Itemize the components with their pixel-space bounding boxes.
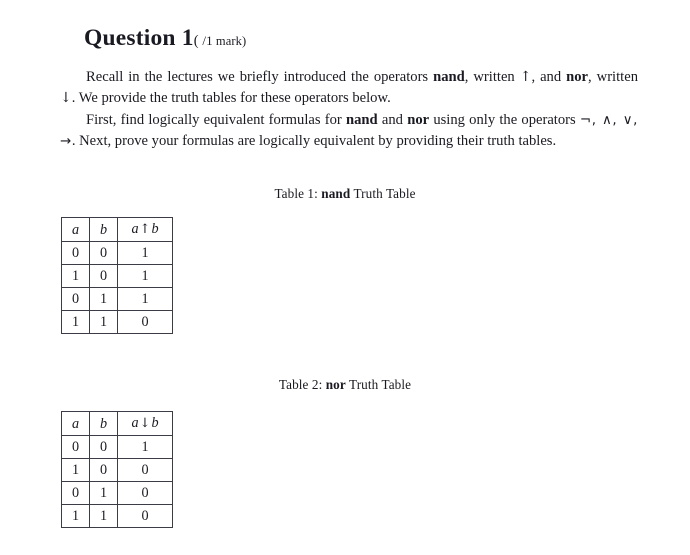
- table-1-caption-prefix: Table 1:: [274, 186, 322, 201]
- task-seg-3: and: [377, 111, 408, 128]
- document-page: Question 1( /1 mark) Recall in the lectu…: [0, 0, 690, 555]
- question-title: Question 1: [84, 25, 194, 51]
- task-seg-7: . Next, prove your formulas are logicall…: [71, 132, 557, 149]
- cell-a: 1: [61, 504, 90, 528]
- intro-seg-9: . We provide the truth tables for these …: [71, 90, 391, 107]
- table-2-caption-prefix: Table 2:: [278, 377, 326, 392]
- table-row: 1 0 0: [61, 458, 173, 482]
- cell-b: 0: [89, 458, 118, 482]
- cell-a: 0: [61, 287, 90, 311]
- cell-result: 1: [117, 287, 173, 311]
- header-cell-a: a: [61, 411, 90, 436]
- cell-a: 1: [61, 264, 90, 288]
- task-bold-nor: nor: [407, 111, 430, 128]
- page-title: Question 1( /1 mark): [84, 25, 246, 52]
- intro-bold-nor: nor: [566, 69, 589, 85]
- table-header-row: a b a↑b: [61, 217, 173, 242]
- nor-truth-table-body: a b a↓b 0 0 1 1 0 0 0 1 0 1 1 0: [61, 411, 173, 528]
- header-operand-left: a: [131, 221, 139, 237]
- cell-result: 0: [117, 504, 173, 528]
- intro-seg-7: , written: [588, 69, 638, 85]
- header-operand-left: a: [131, 415, 139, 431]
- header-cell-result: a↓b: [117, 411, 173, 436]
- nor-truth-table: a b a↓b 0 0 1 1 0 0 0 1 0 1 1 0: [61, 411, 173, 528]
- downarrow-icon: ↓: [139, 416, 151, 431]
- table-row: 1 0 1: [61, 264, 173, 288]
- header-cell-b: b: [89, 217, 118, 242]
- cell-a: 1: [61, 458, 90, 482]
- header-operand-right: b: [151, 415, 159, 431]
- table-row: 1 1 0: [61, 310, 173, 334]
- intro-seg-1: Recall in the lectures we briefly introd…: [86, 69, 434, 85]
- table-2-caption-operator: nor: [325, 377, 346, 392]
- question-marks: ( /1 mark): [194, 33, 247, 49]
- table-row: 1 1 0: [61, 504, 173, 528]
- table-2-caption: Table 2: nor Truth Table: [0, 377, 690, 393]
- header-cell-a: a: [61, 217, 90, 242]
- nand-truth-table-body: a b a↑b 0 0 1 1 0 1 0 1 1 1 1 0: [61, 217, 173, 334]
- cell-b: 0: [89, 241, 118, 265]
- paragraph-intro: Recall in the lectures we briefly introd…: [60, 67, 638, 110]
- cell-b: 1: [89, 287, 118, 311]
- cell-b: 1: [89, 310, 118, 334]
- task-seg-5: using only the operators: [429, 111, 580, 128]
- table-header-row: a b a↓b: [61, 411, 173, 436]
- intro-bold-nand: nand: [433, 69, 465, 85]
- cell-result: 0: [117, 310, 173, 334]
- header-operand-right: b: [151, 221, 159, 237]
- header-cell-b: b: [89, 411, 118, 436]
- uparrow-symbol: ↑: [519, 69, 532, 85]
- cell-result: 0: [117, 481, 173, 505]
- table-row: 0 0 1: [61, 241, 173, 265]
- cell-a: 0: [61, 435, 90, 459]
- task-seg-1: First, find logically equivalent formula…: [86, 111, 347, 128]
- cell-b: 0: [89, 435, 118, 459]
- table-2-caption-suffix: Truth Table: [345, 377, 412, 392]
- cell-result: 0: [117, 458, 173, 482]
- cell-b: 1: [89, 481, 118, 505]
- question-body: Recall in the lectures we briefly introd…: [60, 67, 638, 152]
- marks-word: mark): [212, 34, 247, 48]
- nand-truth-table: a b a↑b 0 0 1 1 0 1 0 1 1 1 1 0: [61, 217, 173, 334]
- cell-a: 0: [61, 241, 90, 265]
- intro-seg-5: , and: [531, 69, 567, 85]
- cell-a: 0: [61, 481, 90, 505]
- marks-value: /1: [202, 33, 213, 48]
- paragraph-task: First, find logically equivalent formula…: [60, 110, 638, 153]
- cell-b: 1: [89, 504, 118, 528]
- table-1-caption-operator: nand: [321, 186, 351, 201]
- table-row: 0 0 1: [61, 435, 173, 459]
- cell-result: 1: [117, 435, 173, 459]
- uparrow-icon: ↑: [139, 222, 151, 237]
- cell-b: 0: [89, 264, 118, 288]
- table-row: 0 1 1: [61, 287, 173, 311]
- intro-seg-3: , written: [464, 69, 520, 85]
- downarrow-symbol: ↓: [60, 90, 72, 107]
- cell-a: 1: [61, 310, 90, 334]
- table-1-caption: Table 1: nand Truth Table: [0, 186, 690, 202]
- cell-result: 1: [117, 241, 173, 265]
- table-1-caption-suffix: Truth Table: [350, 186, 416, 201]
- header-cell-result: a↑b: [117, 217, 173, 242]
- task-bold-nand: nand: [346, 111, 378, 128]
- cell-result: 1: [117, 264, 173, 288]
- table-row: 0 1 0: [61, 481, 173, 505]
